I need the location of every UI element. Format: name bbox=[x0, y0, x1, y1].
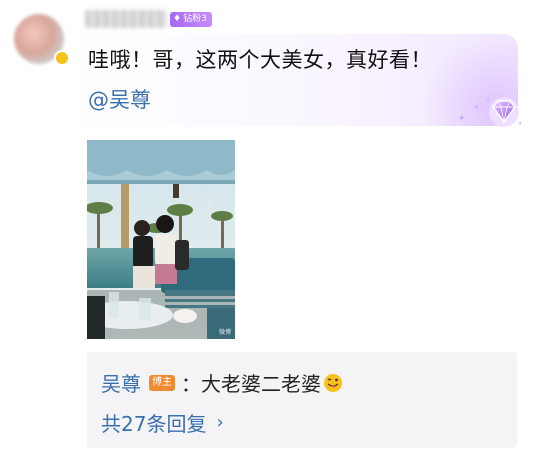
view-all-replies-link[interactable]: 共27条回复 › bbox=[101, 408, 224, 437]
diamond-fan-icon: ✦ ✦ bbox=[486, 97, 522, 127]
comment-text: 哇哦！哥，这两个大美女，真好看！ bbox=[88, 48, 432, 72]
chevron-right-icon: › bbox=[216, 412, 224, 433]
sparkle-icon: ✦ bbox=[458, 114, 466, 124]
fan-level-badge[interactable]: ♦ 钻粉3 bbox=[170, 12, 212, 27]
verified-badge-icon bbox=[54, 50, 70, 66]
host-badge: 博主 bbox=[149, 374, 175, 391]
comment-card: ♦ 钻粉3 ✦ ✦ 哇哦！哥，这两个大美女，真好看！ @吴尊 ✦ ✦ 微博 吴尊… bbox=[0, 0, 547, 459]
tongue-wink-emoji-icon bbox=[324, 373, 342, 392]
reply-preview[interactable]: 吴尊 博主 ：大老婆二老婆 共27条回复 › bbox=[87, 352, 517, 448]
fan-badge-label: 钻粉3 bbox=[183, 14, 207, 24]
svg-text:✦: ✦ bbox=[518, 121, 522, 127]
svg-text:✦: ✦ bbox=[486, 97, 490, 103]
reply-text: ：大老婆二老婆 bbox=[181, 372, 321, 396]
sparkle-icon: ✦ bbox=[474, 104, 480, 111]
reply-count-label: 共27条回复 bbox=[101, 412, 207, 436]
username-blurred[interactable] bbox=[85, 10, 167, 28]
attached-photo[interactable]: 微博 bbox=[87, 140, 235, 339]
reply-item: 吴尊 博主 ：大老婆二老婆 bbox=[101, 368, 343, 397]
photo-image bbox=[87, 140, 235, 339]
photo-watermark: 微博 bbox=[218, 329, 231, 336]
diamond-icon: ♦ bbox=[173, 14, 182, 24]
mention-link[interactable]: @吴尊 bbox=[88, 84, 151, 114]
reply-author[interactable]: 吴尊 bbox=[101, 368, 141, 397]
